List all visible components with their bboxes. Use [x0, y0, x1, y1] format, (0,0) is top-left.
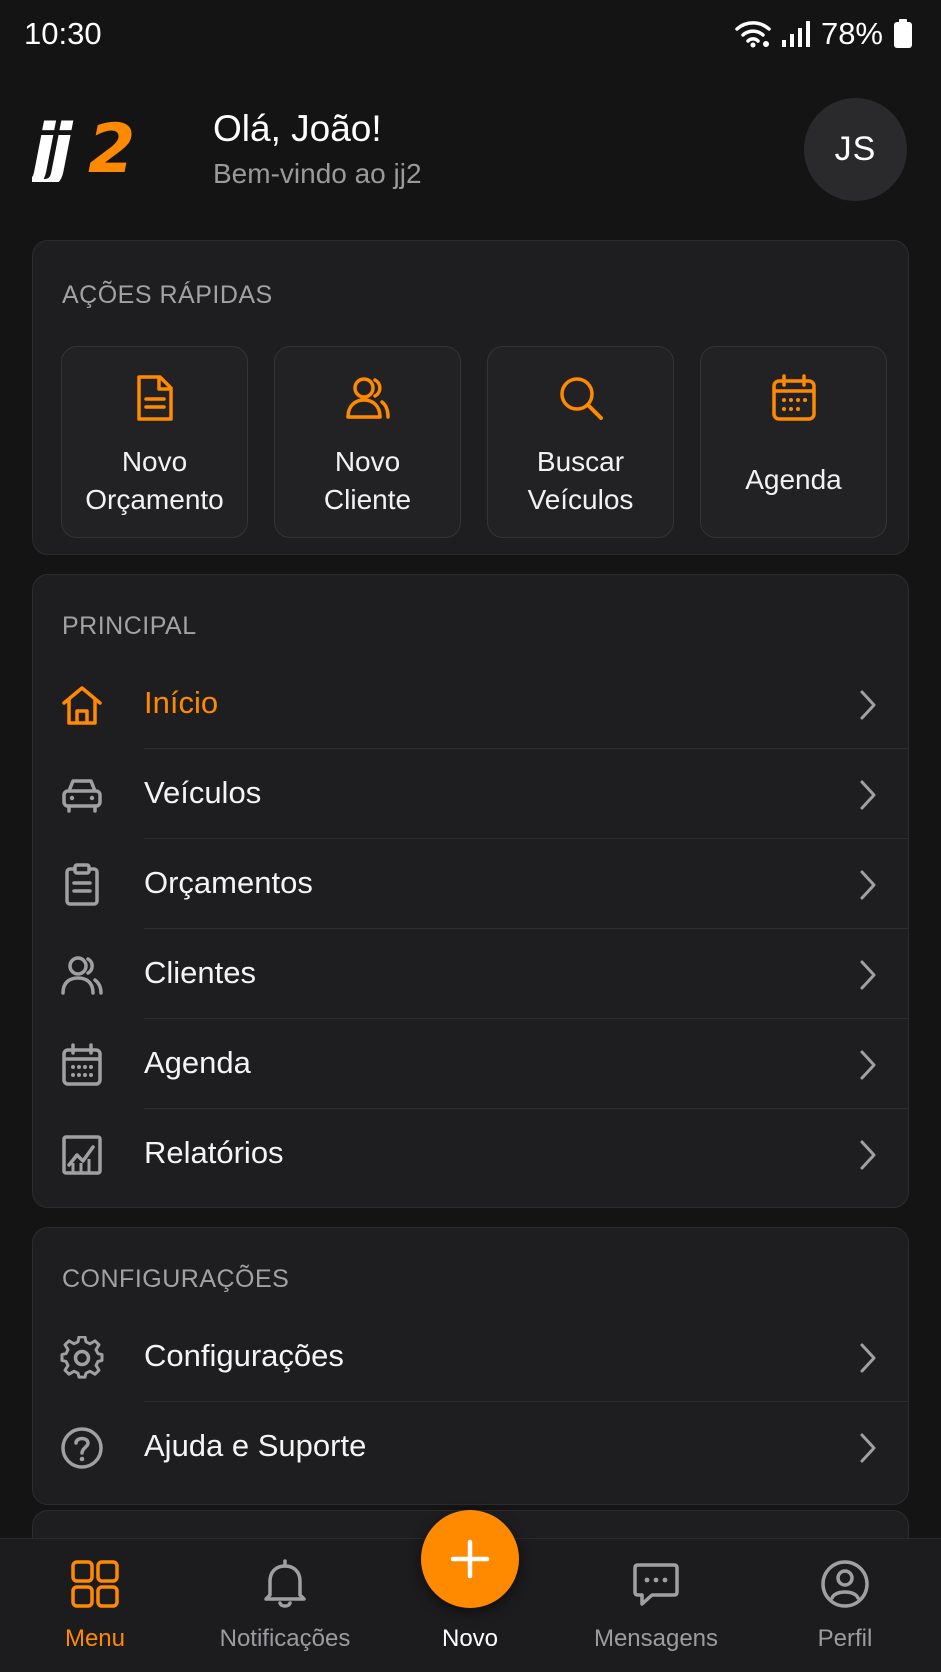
clipboard-icon [60, 863, 104, 907]
wifi-icon [735, 19, 771, 49]
new-fab-button[interactable] [421, 1510, 519, 1608]
menu-item-relatorios[interactable]: Relatórios [33, 1109, 908, 1199]
quick-action-label: Buscar Veículos [527, 446, 634, 515]
document-icon [133, 373, 177, 423]
nav-label: Novo [441, 1625, 499, 1652]
menu-item-veiculos[interactable]: Veículos [33, 749, 908, 839]
header: jj 2 Olá, João! Bem-vindo ao jj2 JS [0, 90, 941, 210]
grid-icon [70, 1559, 120, 1609]
battery-percent: 78% [820, 16, 883, 51]
nav-notificacoes[interactable]: Notificações [195, 1539, 375, 1672]
app-logo: jj 2 [32, 112, 157, 182]
chevron-right-icon [858, 1139, 878, 1171]
nav-label: Perfil [817, 1625, 873, 1652]
quick-action-search-vehicles[interactable]: Buscar Veículos [487, 346, 674, 538]
battery-icon [893, 19, 913, 49]
menu-item-label: Ajuda e Suporte [144, 1428, 367, 1463]
plus-icon [448, 1537, 492, 1581]
svg-text:jj: jj [32, 112, 74, 182]
car-icon [60, 773, 104, 817]
home-icon [60, 683, 104, 727]
quick-action-label: Agenda [745, 464, 842, 495]
principal-title: PRINCIPAL [62, 612, 197, 640]
menu-item-configuracoes[interactable]: Configurações [33, 1312, 908, 1402]
principal-card: PRINCIPAL Início Veículos Orçamentos Cli… [32, 574, 909, 1208]
quick-action-label: Novo Orçamento [85, 446, 224, 515]
chevron-right-icon [858, 1342, 878, 1374]
menu-item-label: Relatórios [144, 1135, 284, 1170]
search-icon [556, 373, 606, 423]
menu-item-label: Início [144, 685, 219, 720]
quick-action-new-client[interactable]: Novo Cliente [274, 346, 461, 538]
nav-label: Menu [64, 1625, 126, 1652]
nav-label: Mensagens [593, 1625, 719, 1652]
menu-item-clientes[interactable]: Clientes [33, 929, 908, 1019]
chat-icon [632, 1559, 680, 1609]
quick-action-new-quote[interactable]: Novo Orçamento [61, 346, 248, 538]
welcome-subtitle: Bem-vindo ao jj2 [213, 158, 422, 189]
config-title: CONFIGURAÇÕES [62, 1265, 290, 1293]
chevron-right-icon [858, 689, 878, 721]
users-icon [60, 953, 104, 997]
chart-icon [60, 1133, 104, 1177]
menu-item-orcamentos[interactable]: Orçamentos [33, 839, 908, 929]
chevron-right-icon [858, 959, 878, 991]
profile-icon [820, 1559, 870, 1609]
avatar[interactable]: JS [804, 98, 907, 201]
menu-item-agenda[interactable]: Agenda [33, 1019, 908, 1109]
nav-perfil[interactable]: Perfil [755, 1539, 935, 1672]
nav-menu[interactable]: Menu [5, 1539, 185, 1672]
gear-icon [60, 1336, 104, 1380]
menu-item-label: Configurações [144, 1338, 344, 1373]
users-icon [344, 373, 392, 423]
bell-icon [262, 1559, 308, 1609]
chevron-right-icon [858, 1432, 878, 1464]
help-icon [60, 1426, 104, 1470]
quick-action-agenda[interactable]: Agenda [700, 346, 887, 538]
menu-item-inicio[interactable]: Início [33, 659, 908, 749]
calendar-icon [770, 373, 818, 423]
quick-action-label: Novo Cliente [323, 446, 412, 515]
config-card: CONFIGURAÇÕES Configurações Ajuda e Supo… [32, 1227, 909, 1505]
menu-item-label: Orçamentos [144, 865, 313, 900]
svg-text:2: 2 [88, 112, 135, 182]
chevron-right-icon [858, 1049, 878, 1081]
chevron-right-icon [858, 869, 878, 901]
menu-item-label: Clientes [144, 955, 256, 990]
calendar-icon [60, 1043, 104, 1087]
nav-label: Notificações [219, 1625, 351, 1652]
quick-actions-card: AÇÕES RÁPIDAS Novo Orçamento Novo Client… [32, 240, 909, 555]
nav-mensagens[interactable]: Mensagens [566, 1539, 746, 1672]
status-time: 10:30 [24, 16, 102, 51]
menu-item-label: Veículos [144, 775, 262, 810]
status-bar: 10:30 78% [0, 0, 941, 70]
quick-actions-title: AÇÕES RÁPIDAS [62, 281, 273, 309]
chevron-right-icon [858, 779, 878, 811]
greeting: Olá, João! [213, 108, 382, 149]
signal-icon [781, 20, 811, 48]
menu-item-ajuda[interactable]: Ajuda e Suporte [33, 1402, 908, 1492]
menu-item-label: Agenda [144, 1045, 251, 1080]
